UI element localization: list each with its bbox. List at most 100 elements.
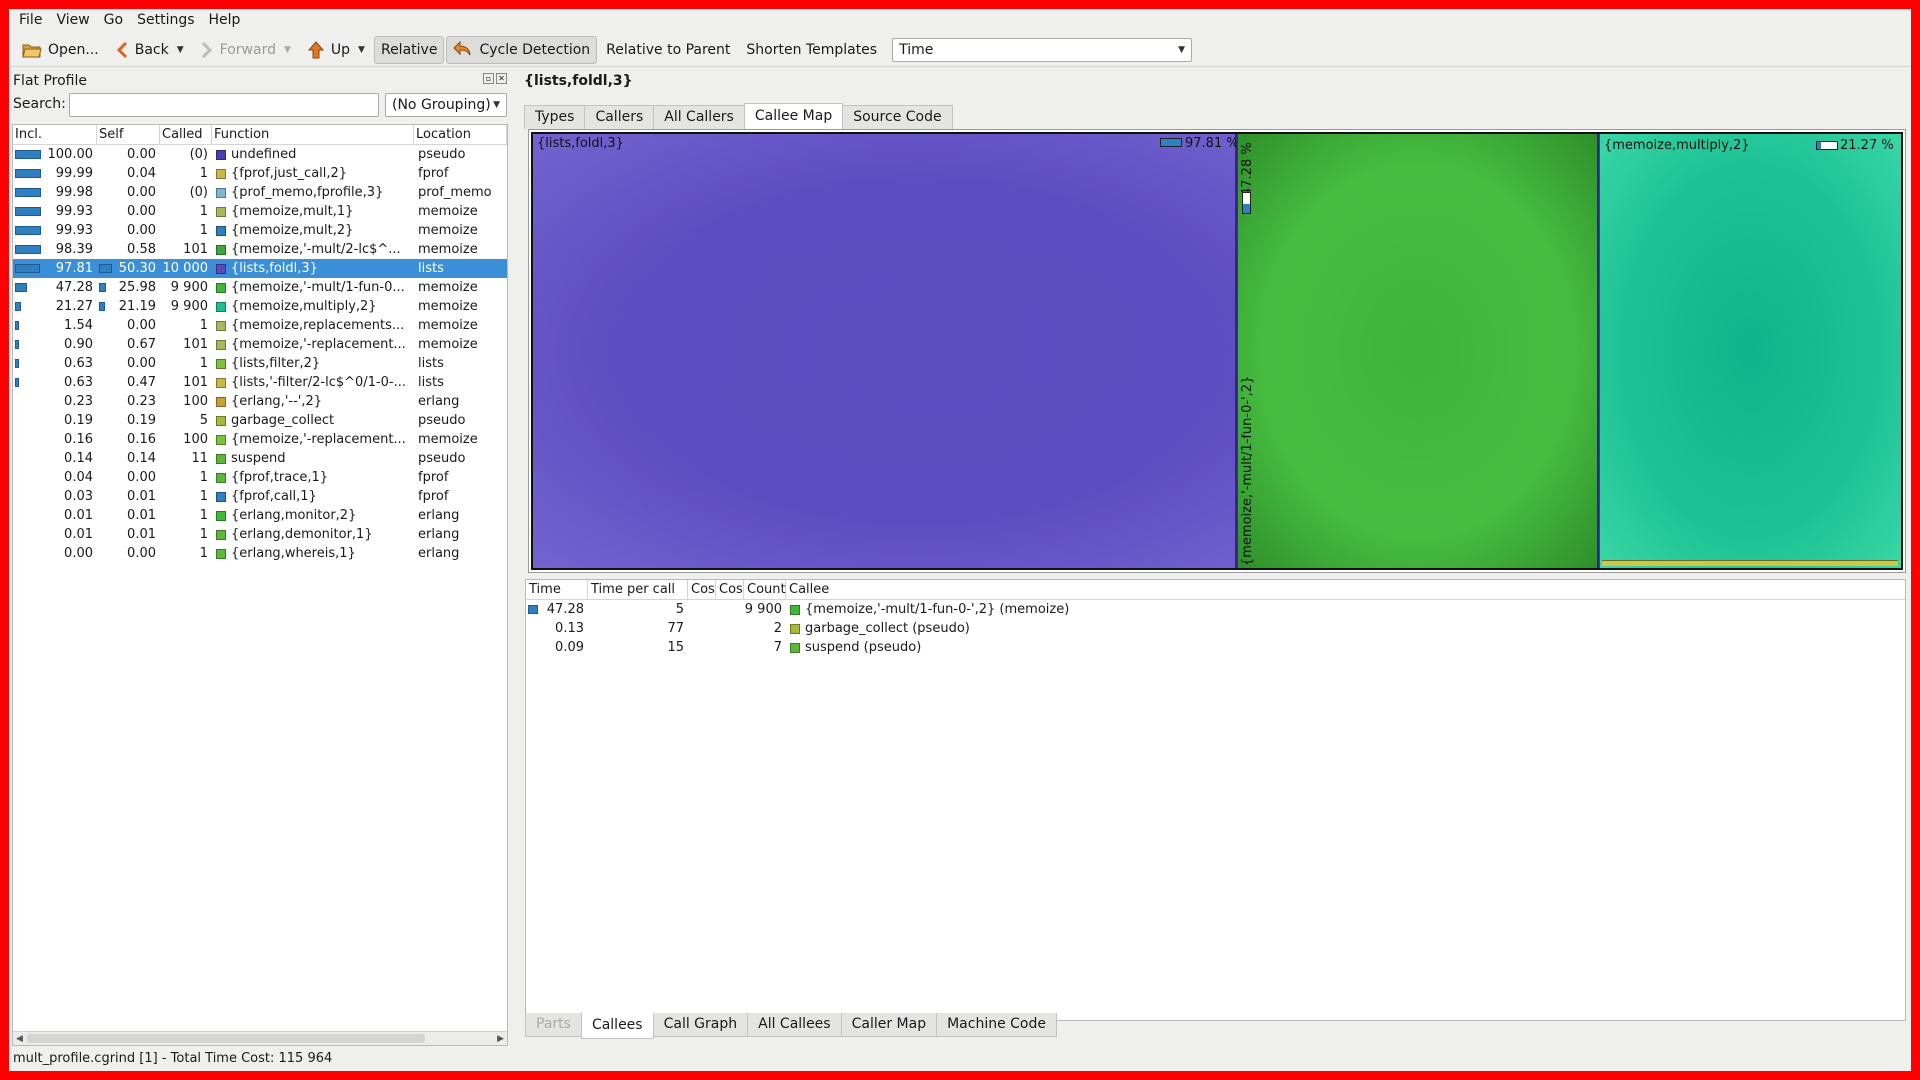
incl-cell: 0.90 xyxy=(13,335,97,354)
search-input[interactable] xyxy=(69,93,379,117)
called-cell: (0) xyxy=(189,185,208,200)
chevron-down-icon[interactable]: ▼ xyxy=(358,45,365,55)
self-value: 21.19 xyxy=(118,299,156,314)
table-row[interactable]: 0.90 0.67 101 {memoize,'-replacement... memo… xyxy=(13,335,507,354)
table-row[interactable]: 0.01 0.01 1 {erlang,demonitor,1} erlang xyxy=(13,525,507,544)
self-value: 0.00 xyxy=(127,318,156,333)
menu-settings[interactable]: Settings xyxy=(137,12,194,28)
menu-help[interactable]: Help xyxy=(209,12,241,28)
table-row[interactable]: 0.23 0.23 100 {erlang,'--',2} erlang xyxy=(13,392,507,411)
table-row[interactable]: 99.93 0.00 1 {memoize,mult,1} memoize xyxy=(13,202,507,221)
chevron-down-icon[interactable]: ▼ xyxy=(284,45,291,55)
event-type-select[interactable]: Time ▼ xyxy=(892,37,1193,62)
shorten-templates-toggle[interactable]: Shorten Templates xyxy=(739,36,884,64)
col-cos-2[interactable]: Cos xyxy=(716,580,744,599)
incl-value: 0.16 xyxy=(64,432,93,447)
col-called[interactable]: Called xyxy=(160,125,212,144)
col-function[interactable]: Function xyxy=(212,125,414,144)
col-cos-1[interactable]: Cos xyxy=(688,580,716,599)
back-button[interactable]: Back ▼ xyxy=(108,36,191,64)
tab-call-graph[interactable]: Call Graph xyxy=(652,1013,749,1037)
callee-map[interactable]: {lists,foldl,3} 97.81 % 47.28 % {memoize… xyxy=(528,129,1906,573)
table-row[interactable]: 99.98 0.00 (0) {prof_memo,fprofile,3} prof_m… xyxy=(13,183,507,202)
incl-cell: 0.01 xyxy=(13,506,97,525)
col-time[interactable]: Time xyxy=(526,580,588,599)
scrollbar-thumb[interactable] xyxy=(27,1034,425,1043)
tab-callees[interactable]: Callees xyxy=(580,1013,654,1039)
table-row[interactable]: 0.16 0.16 100 {memoize,'-replacement... memo… xyxy=(13,430,507,449)
horizontal-scrollbar[interactable]: ◀ ▶ xyxy=(13,1031,507,1045)
called-cell: (0) xyxy=(189,147,208,162)
tab-machine-code[interactable]: Machine Code xyxy=(936,1013,1057,1037)
tab-all-callees[interactable]: All Callees xyxy=(747,1013,842,1037)
function-name: {erlang,demonitor,1} xyxy=(231,527,373,542)
scroll-left-icon[interactable]: ◀ xyxy=(16,1032,23,1046)
forward-label: Forward xyxy=(219,41,276,58)
cos-cell xyxy=(716,619,744,638)
treemap-node-multiply[interactable]: {memoize,multiply,2} 21.27 % xyxy=(1599,134,1901,568)
self-value: 0.01 xyxy=(127,508,156,523)
callee-row[interactable]: 47.28 5 9 900 {memoize,'-mult/1-fun-0-',2} … xyxy=(526,600,1905,619)
col-incl[interactable]: Incl. xyxy=(13,125,97,144)
grouping-select[interactable]: (No Grouping) ▼ xyxy=(385,93,507,117)
menu-go[interactable]: Go xyxy=(104,12,123,28)
function-cell: {erlang,'--',2} xyxy=(212,392,414,411)
col-callee[interactable]: Callee xyxy=(786,580,986,599)
tab-caller-map[interactable]: Caller Map xyxy=(840,1013,938,1037)
table-row[interactable]: 99.99 0.04 1 {fprof,just_call,2} fprof xyxy=(13,164,507,183)
count-cell: 2 xyxy=(773,621,782,636)
location-cell: lists xyxy=(418,356,444,371)
treemap-node-mult-fun[interactable]: 47.28 % {memoize,'-mult/1-fun-0-',2} xyxy=(1237,134,1597,568)
table-row[interactable]: 0.19 0.19 5 garbage_collect pseudo xyxy=(13,411,507,430)
relative-toggle[interactable]: Relative xyxy=(373,35,445,64)
table-row[interactable]: 98.39 0.58 101 {memoize,'-mult/2-lc$^... mem… xyxy=(13,240,507,259)
table-row[interactable]: 0.03 0.01 1 {fprof,call,1} fprof xyxy=(13,487,507,506)
callee-name: {memoize,'-mult/1-fun-0-',2} (memoize) xyxy=(805,602,1070,617)
location-cell: prof_memo xyxy=(418,185,492,200)
location-cell: pseudo xyxy=(418,413,466,428)
tab-all-callers[interactable]: All Callers xyxy=(653,105,745,129)
function-color-swatch xyxy=(216,263,226,274)
tab-types[interactable]: Types xyxy=(524,105,586,129)
table-row[interactable]: 0.00 0.00 1 {erlang,whereis,1} erlang xyxy=(13,544,507,563)
open-button[interactable]: Open... xyxy=(15,36,106,64)
menu-view[interactable]: View xyxy=(56,12,89,28)
time-per-call-cell: 5 xyxy=(675,602,684,617)
location-cell: fprof xyxy=(418,489,449,504)
table-row[interactable]: 0.63 0.47 101 {lists,'-filter/2-lc$^0/1-0-.… xyxy=(13,373,507,392)
table-row[interactable]: 47.28 25.98 9 900 {memoize,'-mult/1-fun-0..… xyxy=(13,278,507,297)
table-row[interactable]: 21.27 21.19 9 900 {memoize,multiply,2} memoi… xyxy=(13,297,507,316)
col-count[interactable]: Count xyxy=(744,580,786,599)
function-name: {memoize,multiply,2} xyxy=(231,299,377,314)
scroll-right-icon[interactable]: ▶ xyxy=(497,1032,504,1046)
callee-row[interactable]: 0.13 77 2 garbage_collect (pseudo) xyxy=(526,619,1905,638)
treemap-node-main[interactable]: {lists,foldl,3} 97.81 % xyxy=(533,134,1239,568)
tab-source-code[interactable]: Source Code xyxy=(842,105,953,129)
table-row[interactable]: 0.14 0.14 11 suspend pseudo xyxy=(13,449,507,468)
tab-callee-map[interactable]: Callee Map xyxy=(743,103,844,130)
close-icon[interactable]: ✕ xyxy=(496,73,507,84)
called-cell: 9 900 xyxy=(170,299,208,314)
tab-callers[interactable]: Callers xyxy=(584,105,655,129)
float-icon[interactable]: ▫ xyxy=(483,73,494,84)
table-row[interactable]: 0.04 0.00 1 {fprof,trace,1} fprof xyxy=(13,468,507,487)
callee-row[interactable]: 0.09 15 7 suspend (pseudo) xyxy=(526,638,1905,657)
treemap-small-nodes[interactable] xyxy=(1602,560,1898,566)
table-row[interactable]: 97.81 50.30 10 000 {lists,foldl,3} lists xyxy=(13,259,507,278)
table-row[interactable]: 99.93 0.00 1 {memoize,mult,2} memoize xyxy=(13,221,507,240)
up-button[interactable]: Up ▼ xyxy=(300,36,372,64)
table-row[interactable]: 0.63 0.00 1 {lists,filter,2} lists xyxy=(13,354,507,373)
table-row[interactable]: 1.54 0.00 1 {memoize,replacements... memoize xyxy=(13,316,507,335)
menu-file[interactable]: File xyxy=(19,12,42,28)
col-location[interactable]: Location xyxy=(414,125,507,144)
self-value: 0.00 xyxy=(127,185,156,200)
table-row[interactable]: 100.00 0.00 (0) undefined pseudo xyxy=(13,145,507,164)
col-self[interactable]: Self xyxy=(97,125,160,144)
tab-parts[interactable]: Parts xyxy=(525,1013,582,1037)
cycle-detection-toggle[interactable]: Cycle Detection xyxy=(446,35,598,64)
table-row[interactable]: 0.01 0.01 1 {erlang,monitor,2} erlang xyxy=(13,506,507,525)
forward-button[interactable]: Forward ▼ xyxy=(193,36,298,64)
col-time-per-call[interactable]: Time per call xyxy=(588,580,688,599)
chevron-down-icon[interactable]: ▼ xyxy=(177,45,184,55)
relative-to-parent-toggle[interactable]: Relative to Parent xyxy=(599,36,737,64)
